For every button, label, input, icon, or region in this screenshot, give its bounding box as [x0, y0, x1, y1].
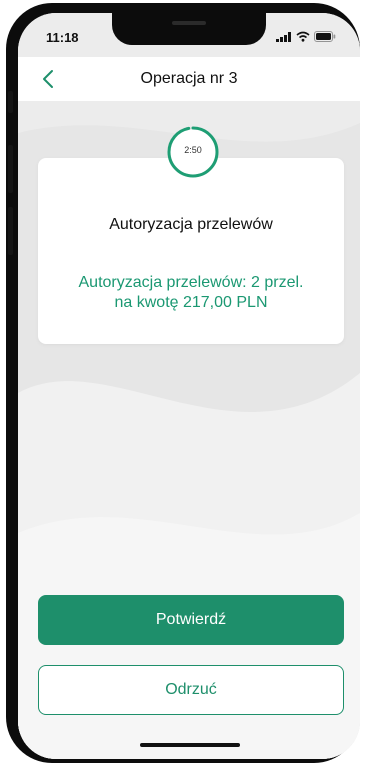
wifi-icon	[296, 31, 310, 42]
card-title: Autoryzacja przelewów	[109, 216, 273, 233]
phone-frame: 11:18 Operacja nr 3 Autoryzacja przelewó…	[6, 3, 360, 763]
signal-icon	[276, 31, 291, 42]
nav-header: Operacja nr 3	[18, 57, 360, 101]
authorization-card: Autoryzacja przelewów Autoryzacja przele…	[38, 158, 344, 344]
volume-up-button	[8, 145, 13, 193]
status-time: 11:18	[46, 30, 79, 45]
screen: 11:18 Operacja nr 3 Autoryzacja przelewó…	[18, 13, 360, 759]
speaker	[172, 21, 206, 25]
confirm-button[interactable]: Potwierdź	[38, 595, 344, 645]
notch	[112, 13, 266, 45]
confirm-button-label: Potwierdź	[155, 611, 227, 628]
battery-icon	[314, 31, 336, 42]
page-title: Operacja nr 3	[140, 70, 238, 87]
reject-button[interactable]: Odrzuć	[38, 665, 344, 715]
home-indicator[interactable]	[140, 743, 240, 747]
status-icons	[276, 31, 336, 42]
volume-down-button	[8, 207, 13, 255]
mute-switch	[8, 91, 13, 113]
timer-text: 2:50	[184, 145, 202, 155]
reject-button-label: Odrzuć	[165, 681, 217, 698]
countdown-timer: 2:50	[166, 125, 220, 179]
authorization-message: Autoryzacja przelewów: 2 przel. na kwotę…	[78, 274, 304, 311]
